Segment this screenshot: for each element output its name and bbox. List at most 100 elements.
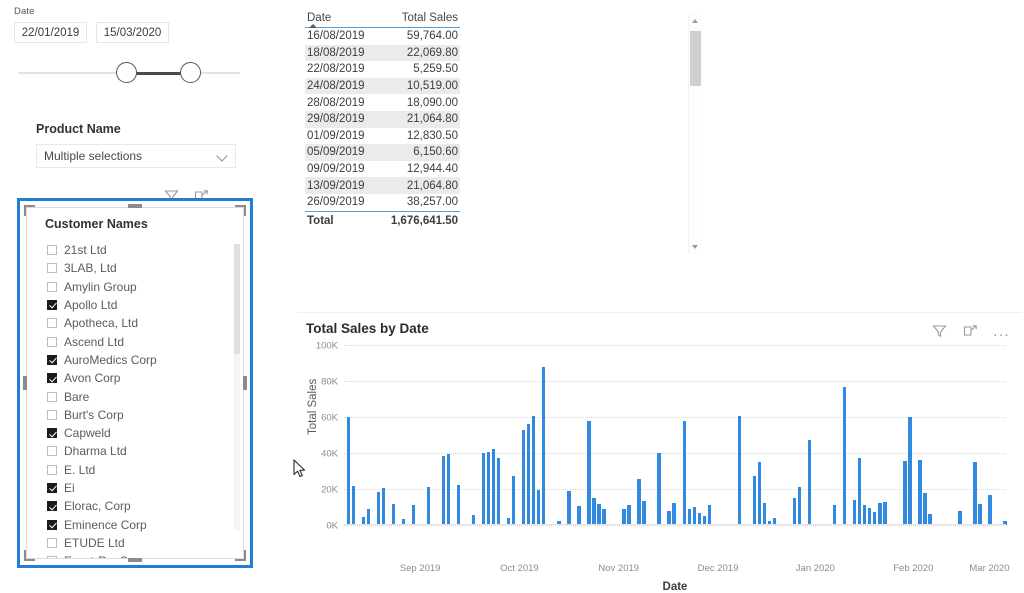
filter-icon[interactable] [931, 323, 948, 339]
customer-checkbox[interactable] [47, 464, 57, 475]
table-row[interactable]: 29/08/2019 21,064.80 [305, 110, 460, 128]
customer-list-item[interactable]: Bare [27, 387, 243, 405]
slider-handle-end[interactable] [180, 62, 201, 83]
slider-handle-start[interactable] [116, 62, 137, 83]
table-row[interactable]: 13/09/2019 21,064.80 [305, 177, 460, 194]
customer-checkbox[interactable] [47, 446, 57, 457]
customer-list-item[interactable]: Ascend Ltd [27, 332, 243, 350]
customer-names-slicer[interactable]: Customer Names 21st Ltd 3LAB, Ltd Amylin G… [17, 198, 253, 568]
chart-bar[interactable] [667, 510, 671, 525]
chart-bar[interactable] [522, 429, 526, 525]
chart-bar[interactable] [883, 501, 887, 525]
resize-handle-right[interactable] [243, 376, 247, 390]
chart-bar[interactable] [958, 510, 962, 525]
chart-bar[interactable] [988, 495, 992, 525]
table-row[interactable]: 16/08/2019 59,764.00 [305, 28, 460, 45]
customer-list-item[interactable]: Dharma Ltd [27, 442, 243, 460]
customer-list-item[interactable]: Apotheca, Ltd [27, 314, 243, 332]
chart-bar[interactable] [923, 492, 927, 525]
scroll-up-arrow-icon[interactable] [692, 19, 698, 23]
table-row[interactable]: 01/09/2019 12,830.50 [305, 128, 460, 145]
chart-bar[interactable] [597, 504, 601, 525]
customer-list-item[interactable]: 3LAB, Ltd [27, 259, 243, 277]
table-row[interactable]: 26/09/2019 38,257.00 [305, 194, 460, 211]
chart-bar[interactable] [346, 417, 350, 525]
table-scrollbar[interactable] [688, 14, 702, 254]
customer-list-item[interactable]: Apollo Ltd [27, 296, 243, 314]
chart-bar[interactable] [657, 453, 661, 525]
chart-bar[interactable] [577, 506, 581, 525]
chart-bar[interactable] [587, 420, 591, 525]
customer-list-item[interactable]: Eminence Corp [27, 515, 243, 533]
chart-bar[interactable] [973, 462, 977, 525]
chart-bar[interactable] [496, 457, 501, 525]
customer-checkbox[interactable] [47, 556, 57, 558]
chart-bar[interactable] [527, 424, 531, 525]
customer-checkbox[interactable] [47, 537, 57, 548]
customer-checkbox[interactable] [47, 391, 57, 402]
table-row[interactable]: 05/09/2019 6,150.60 [305, 144, 460, 161]
customer-list-scrollbar[interactable] [234, 244, 240, 530]
chart-bar[interactable] [426, 487, 431, 525]
chart-bar[interactable] [481, 453, 486, 525]
chart-bar[interactable] [832, 505, 837, 525]
chart-bar[interactable] [491, 448, 496, 525]
customer-checkbox[interactable] [47, 483, 57, 493]
chart-bar[interactable] [637, 479, 641, 525]
customer-checkbox[interactable] [47, 281, 57, 292]
customer-names-list[interactable]: 21st Ltd 3LAB, Ltd Amylin Group Apollo Ltd A… [27, 241, 243, 558]
resize-handle-top[interactable] [128, 204, 142, 208]
chart-bar[interactable] [642, 500, 646, 525]
chart-bars[interactable] [344, 345, 1007, 525]
chart-bar[interactable] [878, 502, 882, 525]
chart-bar[interactable] [627, 505, 631, 525]
customer-checkbox[interactable] [47, 354, 57, 365]
customer-list-item[interactable]: Burt's Corp [27, 406, 243, 424]
chart-bar[interactable] [532, 416, 536, 525]
date-range-slider[interactable] [14, 56, 246, 90]
column-header-total-sales[interactable]: Total Sales [377, 12, 460, 24]
chart-bar[interactable] [602, 508, 606, 525]
customer-list-item[interactable]: Amylin Group [27, 278, 243, 296]
chart-bar[interactable] [707, 505, 711, 525]
chart-bar[interactable] [918, 460, 922, 525]
resize-handle-top-right[interactable] [235, 205, 246, 216]
chart-bar[interactable] [592, 498, 596, 525]
chart-bar[interactable] [446, 453, 451, 525]
table-row[interactable]: 09/09/2019 12,944.40 [305, 161, 460, 178]
chart-bar[interactable] [757, 462, 762, 525]
customer-checkbox[interactable] [47, 373, 57, 384]
resize-handle-bottom-left[interactable] [24, 550, 35, 561]
chart-bar[interactable] [853, 499, 857, 525]
column-header-date[interactable]: Date [305, 12, 377, 24]
chart-bar[interactable] [687, 508, 691, 525]
chart-bar[interactable] [622, 508, 626, 525]
chart-bar[interactable] [486, 452, 491, 525]
customer-list-item[interactable]: Capweld [27, 424, 243, 442]
chart-bar[interactable] [456, 485, 461, 525]
chart-bar[interactable] [512, 476, 516, 525]
customer-checkbox[interactable] [47, 318, 57, 329]
customer-checkbox[interactable] [47, 501, 57, 512]
chart-bar[interactable] [682, 420, 686, 525]
chart-bar[interactable] [858, 457, 862, 525]
chart-bar[interactable] [567, 490, 571, 525]
scroll-down-arrow-icon[interactable] [692, 245, 698, 249]
customer-list-item[interactable]: AuroMedics Corp [27, 351, 243, 369]
chart-bar[interactable] [411, 505, 416, 525]
table-row[interactable]: 22/08/2019 5,259.50 [305, 61, 460, 78]
chart-bar[interactable] [797, 487, 802, 525]
customer-checkbox[interactable] [47, 519, 57, 530]
customer-checkbox[interactable] [47, 300, 57, 311]
chart-bar[interactable] [863, 505, 867, 525]
chart-bar[interactable] [376, 491, 380, 525]
customer-list-item[interactable]: ETUDE Ltd [27, 534, 243, 552]
table-row[interactable]: 18/08/2019 22,069.80 [305, 44, 460, 62]
chart-bar[interactable] [903, 461, 907, 525]
date-end-input[interactable]: 15/03/2020 [96, 22, 169, 43]
chart-bar[interactable] [737, 416, 742, 525]
resize-handle-left[interactable] [23, 376, 27, 390]
chart-bar[interactable] [752, 475, 757, 525]
chart-bar[interactable] [381, 488, 385, 525]
resize-handle-top-left[interactable] [24, 205, 35, 216]
